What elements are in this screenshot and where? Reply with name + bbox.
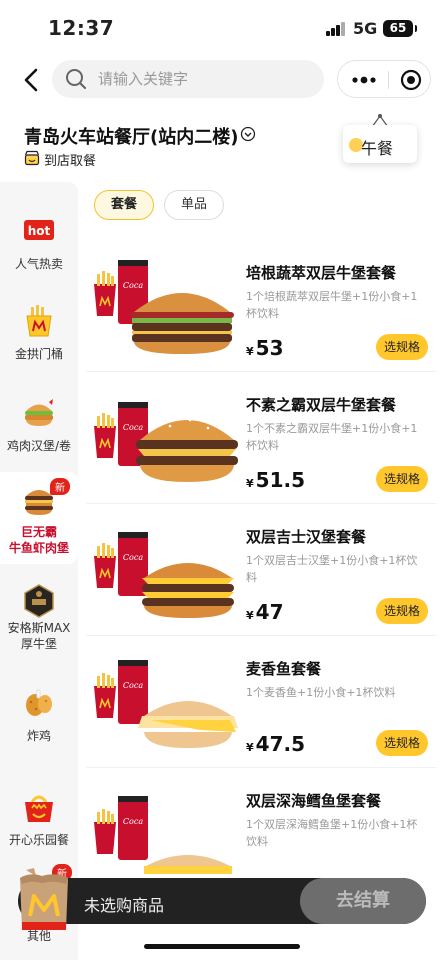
more-icon[interactable] — [350, 73, 378, 87]
select-spec-button[interactable]: 选规格 — [376, 730, 428, 756]
fried-chicken-icon — [26, 689, 52, 716]
store-name[interactable]: 青岛火车站餐厅(站内二楼) — [24, 123, 238, 149]
svg-text:Coca: Coca — [123, 817, 143, 826]
shopping-bag-icon[interactable] — [16, 866, 72, 932]
product-card[interactable]: Coca 双层吉士汉堡套餐 1个双层吉士汉堡+1份小食+1杯饮料 ¥47 选规格 — [86, 504, 436, 636]
select-spec-button[interactable]: 选规格 — [376, 334, 428, 360]
product-price: ¥47.5 — [246, 732, 305, 756]
chicken-burger-icon — [25, 399, 53, 426]
sidebar-item-label: 金拱门桶 — [14, 347, 63, 361]
category-sidebar: hot 人气热卖 金拱门桶 鸡肉汉堡/卷 新 巨无霸 牛鱼虾肉堡 安格斯MAX … — [0, 182, 78, 960]
sidebar-item-label: 开心乐园餐 — [8, 833, 69, 847]
status-time: 12:37 — [48, 16, 115, 40]
hot-tag-icon: hot — [24, 220, 54, 240]
search-input[interactable] — [98, 60, 308, 98]
product-price: ¥51.5 — [246, 468, 305, 492]
product-image: Coca — [94, 402, 238, 482]
cart-empty-label: 未选购商品 — [84, 896, 165, 915]
product-price: ¥47 — [246, 600, 284, 624]
svg-text:Coca: Coca — [123, 423, 143, 432]
sidebar-item-happy-meal[interactable]: 开心乐园餐 — [0, 774, 78, 866]
currency-symbol: ¥ — [246, 609, 254, 622]
product-name: 培根蔬萃双层牛堡套餐 — [246, 264, 397, 282]
sidebar-item-angus[interactable]: 安格斯MAX 厚牛堡 — [0, 568, 78, 660]
product-name: 双层吉士汉堡套餐 — [246, 528, 367, 546]
mini-program-capsule — [337, 60, 431, 98]
currency-symbol: ¥ — [246, 741, 254, 754]
product-desc: 1个双层深海鳕鱼堡+1份小食+1杯饮料 — [246, 818, 418, 848]
sidebar-item-label: 人气热卖 — [14, 257, 63, 271]
checkout-button[interactable]: 去结算 — [300, 878, 426, 924]
back-icon[interactable] — [20, 64, 44, 96]
select-spec-button[interactable]: 选规格 — [376, 466, 428, 492]
product-name: 不素之霸双层牛堡套餐 — [246, 396, 397, 414]
angus-badge-icon — [24, 584, 54, 618]
product-image: Coca — [94, 796, 232, 874]
sidebar-item-label: 安格斯MAX 厚牛堡 — [7, 621, 71, 651]
price-amount: 47 — [255, 600, 284, 624]
new-badge: 新 — [50, 478, 70, 495]
product-desc: 1个培根蔬萃双层牛堡+1份小食+1杯饮料 — [246, 290, 418, 320]
price-amount: 51.5 — [255, 468, 306, 492]
product-name: 麦香鱼套餐 — [246, 660, 322, 678]
chevron-down-icon[interactable] — [240, 126, 256, 142]
sidebar-item-fried-chicken[interactable]: 炸鸡 — [0, 670, 78, 762]
close-mini-program-icon[interactable] — [400, 69, 422, 91]
meal-period-sign: 午餐 — [343, 125, 417, 163]
battery-icon: 65 — [383, 20, 417, 37]
search-box[interactable] — [52, 60, 324, 98]
sidebar-item-golden-bucket[interactable]: 金拱门桶 — [0, 288, 78, 380]
fries-bucket-icon — [26, 305, 52, 337]
product-card[interactable]: Coca 不素之霸双层牛堡套餐 1个不素之霸双层牛堡+1份小食+1杯饮料 ¥51… — [86, 372, 436, 504]
sidebar-item-label: 巨无霸 牛鱼虾肉堡 — [8, 525, 69, 555]
price-amount: 53 — [255, 336, 284, 360]
hot-tag-text: hot — [28, 224, 51, 238]
product-desc: 1个麦香鱼+1份小食+1杯饮料 — [246, 686, 396, 699]
svg-text:Coca: Coca — [123, 281, 143, 290]
status-bar: 12:37 5G 65 — [0, 0, 444, 56]
search-icon — [66, 69, 87, 90]
product-name: 双层深海鳕鱼堡套餐 — [246, 792, 382, 810]
product-desc: 1个双层吉士汉堡+1份小食+1杯饮料 — [246, 554, 418, 584]
svg-text:Coca: Coca — [123, 681, 143, 690]
capsule-divider — [388, 71, 389, 89]
product-price: ¥53 — [246, 336, 284, 360]
product-card[interactable]: Coca 培根蔬萃双层牛堡套餐 1个培根蔬萃双层牛堡+1份小食+1杯饮料 ¥53… — [86, 240, 436, 372]
currency-symbol: ¥ — [246, 477, 254, 490]
currency-symbol: ¥ — [246, 345, 254, 358]
product-card[interactable]: Coca 麦香鱼套餐 1个麦香鱼+1份小食+1杯饮料 ¥47.5 选规格 — [86, 636, 436, 768]
svg-text:Coca: Coca — [123, 553, 143, 562]
product-image: Coca — [94, 660, 238, 748]
network-label: 5G — [353, 19, 378, 38]
store-pickup-icon — [24, 150, 40, 166]
tab-single-items[interactable]: 单品 — [164, 190, 224, 220]
sidebar-item-label: 炸鸡 — [26, 729, 51, 743]
select-spec-button[interactable]: 选规格 — [376, 598, 428, 624]
sidebar-item-label: 鸡肉汉堡/卷 — [6, 439, 72, 453]
product-image: Coca — [94, 260, 234, 354]
signal-icon — [326, 22, 346, 36]
sidebar-item-popular[interactable]: hot 人气热卖 — [0, 198, 78, 290]
pickup-mode-label[interactable]: 到店取餐 — [44, 150, 96, 169]
price-amount: 47.5 — [255, 732, 306, 756]
meal-period-label: 午餐 — [361, 139, 394, 158]
home-indicator — [144, 944, 300, 949]
sidebar-item-chicken-burger[interactable]: 鸡肉汉堡/卷 — [0, 380, 78, 472]
product-image: Coca — [94, 532, 234, 618]
tab-set-meals[interactable]: 套餐 — [94, 190, 154, 220]
product-desc: 1个不素之霸双层牛堡+1份小食+1杯饮料 — [246, 422, 418, 452]
sidebar-item-big-mac[interactable]: 新 巨无霸 牛鱼虾肉堡 — [0, 472, 78, 564]
happy-meal-icon — [25, 795, 53, 822]
